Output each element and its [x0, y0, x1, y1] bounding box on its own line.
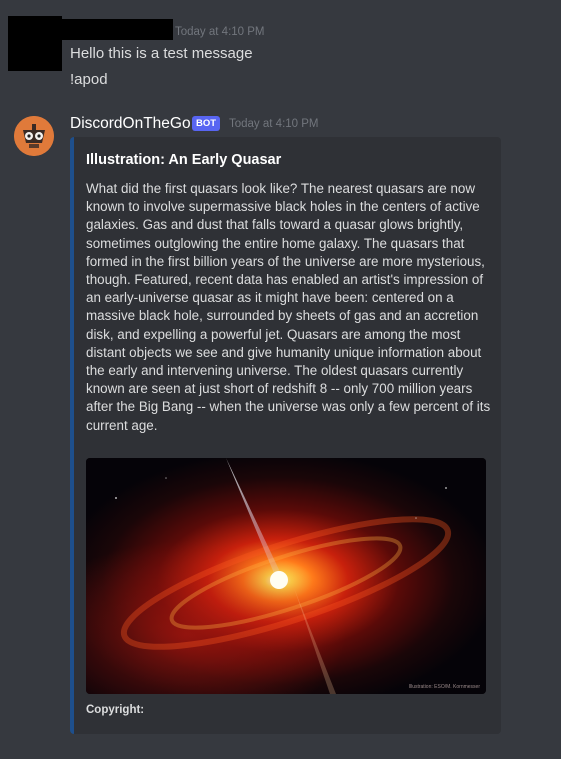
quasar-illustration: [86, 458, 486, 694]
embed-description: What did the first quasars look like? Th…: [86, 181, 491, 433]
message-timestamp: Today at 4:10 PM: [175, 26, 265, 38]
embed-title: Illustration: An Early Quasar: [86, 152, 282, 168]
bot-avatar[interactable]: [14, 116, 54, 156]
username-redacted[interactable]: [62, 19, 173, 40]
message-text-line-2: !apod: [70, 71, 108, 88]
image-credit: Illustration: ESO/M. Kornmesser: [408, 684, 480, 690]
apod-embed: Illustration: An Early Quasar What did t…: [70, 137, 501, 734]
message-text-line-1: Hello this is a test message: [70, 45, 253, 62]
chat-bottom-area: [0, 740, 561, 759]
embed-image[interactable]: Illustration: ESO/M. Kornmesser: [86, 458, 486, 694]
message-timestamp: Today at 4:10 PM: [229, 118, 319, 130]
avatar-redacted[interactable]: [8, 16, 62, 71]
embed-footer: Copyright:: [86, 704, 145, 716]
bot-username[interactable]: DiscordOnTheGo: [70, 115, 191, 133]
bot-badge: BOT: [192, 116, 221, 131]
robot-face-icon: [14, 116, 54, 156]
